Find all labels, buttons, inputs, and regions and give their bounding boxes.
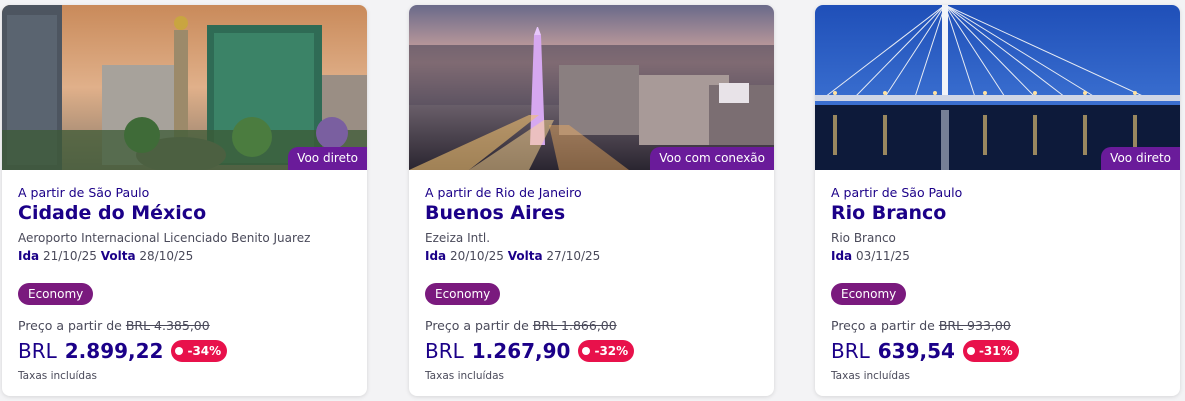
flight-type-badge: Voo com conexão — [650, 147, 774, 170]
origin-label: A partir de São Paulo — [831, 185, 963, 200]
airport-name: Rio Branco — [831, 231, 896, 245]
discount-badge: -34% — [171, 340, 228, 362]
price-from: Preço a partir de BRL 933,00 — [831, 318, 1168, 334]
destination-city[interactable]: Buenos Aires — [425, 201, 762, 225]
card-body: A partir de São Paulo Rio Branco Rio Bra… — [831, 185, 1168, 383]
origin-label: A partir de Rio de Janeiro — [425, 185, 582, 200]
old-price: BRL 4.385,00 — [125, 318, 210, 333]
card-body: A partir de Rio de Janeiro Buenos Aires … — [425, 185, 762, 383]
price-row: BRL 639,54 -31% — [831, 338, 1168, 364]
airport-name: Aeroporto Internacional Licenciado Benit… — [18, 231, 311, 245]
discount-badge: -32% — [578, 340, 635, 362]
destination-city[interactable]: Rio Branco — [831, 201, 1168, 225]
ida-label: Ida — [425, 249, 447, 263]
volta-date: 28/10/25 — [139, 249, 194, 263]
destination-card[interactable]: Voo direto A partir de São Paulo Cidade … — [2, 5, 367, 396]
ida-label: Ida — [831, 249, 853, 263]
ida-label: Ida — [18, 249, 40, 263]
cabin-class-pill: Economy — [425, 283, 501, 305]
price-amount: 639,54 — [877, 339, 955, 363]
currency: BRL — [18, 339, 57, 363]
old-price: BRL 1.866,00 — [532, 318, 617, 333]
destination-photo — [409, 5, 774, 170]
price-from: Preço a partir de BRL 1.866,00 — [425, 318, 762, 334]
price-amount: 1.267,90 — [471, 339, 571, 363]
volta-date: 27/10/25 — [546, 249, 601, 263]
airport-name: Ezeiza Intl. — [425, 231, 491, 245]
destination-city[interactable]: Cidade do México — [18, 201, 355, 225]
price-from: Preço a partir de BRL 4.385,00 — [18, 318, 355, 334]
travel-dates: Ida 20/10/25 Volta 27/10/25 — [425, 248, 762, 264]
volta-label: Volta — [100, 249, 136, 263]
ida-date: 20/10/25 — [449, 249, 504, 263]
origin-label: A partir de São Paulo — [18, 185, 150, 200]
ida-date: 03/11/25 — [855, 249, 910, 263]
tag-icon — [582, 347, 591, 355]
card-body: A partir de São Paulo Cidade do México A… — [18, 185, 355, 383]
tag-icon — [175, 347, 184, 355]
price-amount: 2.899,22 — [64, 339, 164, 363]
cabin-class-pill: Economy — [18, 283, 94, 305]
discount-value: -31% — [978, 344, 1013, 358]
currency: BRL — [831, 339, 870, 363]
discount-badge: -31% — [962, 340, 1019, 362]
discount-value: -34% — [187, 344, 222, 358]
taxes-note: Taxas incluídas — [425, 370, 504, 382]
destination-card[interactable]: Voo direto A partir de São Paulo Rio Bra… — [815, 5, 1180, 396]
tag-icon — [966, 347, 975, 355]
travel-dates: Ida 03/11/25 — [831, 248, 1168, 264]
price-from-label: Preço a partir de — [831, 318, 935, 333]
destination-photo — [815, 5, 1180, 170]
price-from-label: Preço a partir de — [425, 318, 529, 333]
price-row: BRL 1.267,90 -32% — [425, 338, 762, 364]
flight-type-badge: Voo direto — [1101, 147, 1180, 170]
travel-dates: Ida 21/10/25 Volta 28/10/25 — [18, 248, 355, 264]
destination-card[interactable]: Voo com conexão A partir de Rio de Janei… — [409, 5, 774, 396]
taxes-note: Taxas incluídas — [18, 370, 97, 382]
cabin-class-pill: Economy — [831, 283, 907, 305]
old-price: BRL 933,00 — [938, 318, 1011, 333]
discount-value: -32% — [594, 344, 629, 358]
taxes-note: Taxas incluídas — [831, 370, 910, 382]
price-from-label: Preço a partir de — [18, 318, 122, 333]
destination-photo — [2, 5, 367, 170]
flight-type-badge: Voo direto — [288, 147, 367, 170]
ida-date: 21/10/25 — [42, 249, 97, 263]
volta-label: Volta — [507, 249, 543, 263]
currency: BRL — [425, 339, 464, 363]
price-row: BRL 2.899,22 -34% — [18, 338, 355, 364]
